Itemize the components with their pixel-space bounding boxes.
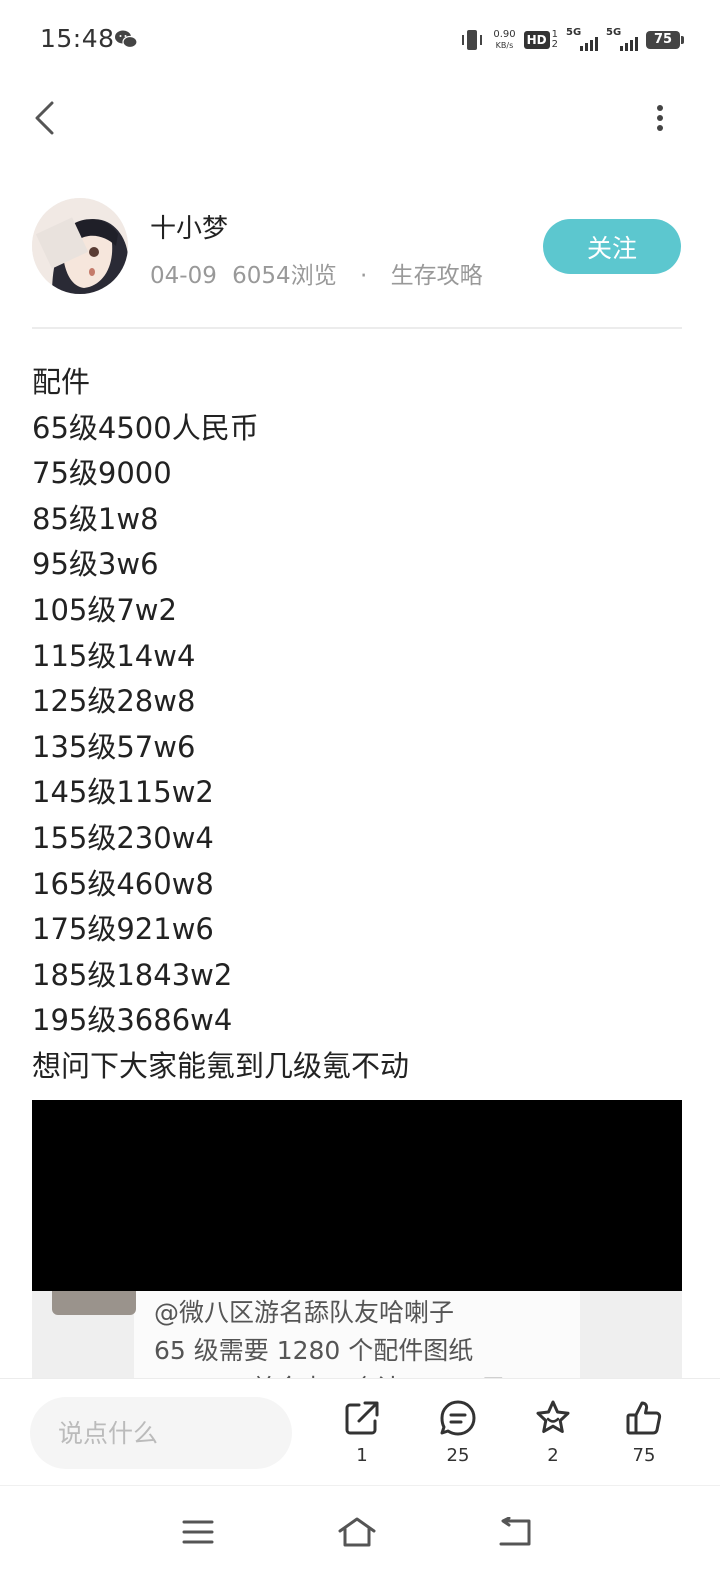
post-text-line: 135级57w6 — [32, 729, 196, 764]
hd-badge: HD — [523, 31, 550, 49]
meta-separator: · — [360, 263, 368, 289]
return-icon — [499, 1517, 531, 1546]
vibrate-icon — [462, 30, 483, 50]
post-text-line: 想问下大家能氪到几级氪不动 — [32, 1048, 410, 1083]
status-indicators: 0.90 KB/s HD 1 2 5G 5G 75 — [459, 26, 684, 54]
network-speed-unit: KB/s — [495, 41, 514, 50]
post-text-line: 105级7w2 — [32, 592, 177, 627]
post-date: 04-09 — [150, 263, 217, 289]
menu-icon — [182, 1520, 214, 1544]
author-avatar[interactable] — [32, 198, 128, 294]
post-category[interactable]: 生存攻略 — [391, 263, 483, 289]
star-icon — [536, 1400, 570, 1433]
post-detail-page: 15:48 0.90 KB/s HD 1 2 5G 5G 75 十小梦 04-0… — [0, 0, 720, 1584]
hd-sub-bottom: 2 — [551, 39, 558, 50]
image-chat-avatar — [52, 1291, 136, 1315]
share-button[interactable]: 1 — [322, 1399, 402, 1466]
post-text-line: 155级230w4 — [32, 820, 214, 855]
signal-1-icon: 5G — [566, 27, 598, 53]
back-button[interactable] — [26, 96, 62, 140]
follow-button[interactable]: 关注 — [543, 219, 681, 274]
more-vertical-icon — [657, 105, 663, 131]
chevron-left-icon — [35, 101, 54, 135]
share-icon — [345, 1401, 379, 1435]
share-count: 1 — [356, 1445, 368, 1466]
post-body: 配件 65级4500人民币 75级9000 85级1w8 95级3w6 105级7w2 11… — [32, 360, 682, 1090]
author-name[interactable]: 十小梦 — [150, 208, 228, 245]
comment-button[interactable]: 25 — [418, 1399, 498, 1466]
post-text-line: 165级460w8 — [32, 866, 214, 901]
post-text-line: 195级3686w4 — [32, 1003, 233, 1038]
nav-back-button[interactable] — [485, 1508, 545, 1556]
header-divider — [32, 327, 682, 329]
avatar-image — [32, 198, 128, 294]
comment-input[interactable] — [30, 1397, 292, 1469]
like-button[interactable]: 75 — [604, 1399, 684, 1466]
post-text-line: 85级1w8 — [32, 501, 159, 536]
comment-icon — [440, 1400, 476, 1436]
post-text-line: 95级3w6 — [32, 547, 159, 582]
image-redacted-area — [32, 1100, 682, 1291]
system-nav-bar — [0, 1485, 720, 1584]
signal-2-label: 5G — [606, 27, 622, 38]
post-image[interactable]: @微八区游名舔队友哈喇子 65 级需要 1280 个配件图纸 (12800 兑金… — [32, 1100, 682, 1380]
post-text-line: 125级28w8 — [32, 684, 196, 719]
post-text-line: 185级1843w2 — [32, 957, 233, 992]
favorite-button[interactable]: 2 — [513, 1399, 593, 1466]
status-bar: 15:48 0.90 KB/s HD 1 2 5G 5G 75 — [0, 0, 720, 80]
like-count: 75 — [632, 1445, 656, 1466]
post-text-line: 115级14w4 — [32, 638, 196, 673]
post-text-line: 145级115w2 — [32, 775, 214, 810]
home-icon — [338, 1517, 376, 1547]
signal-1-label: 5G — [566, 27, 582, 38]
post-text-line: 175级921w6 — [32, 912, 214, 947]
thumb-up-icon — [626, 1401, 662, 1435]
hd-sub: 1 2 — [552, 30, 558, 50]
signal-2-icon: 5G — [606, 27, 638, 53]
post-meta: 04-09 6054浏览 · 生存攻略 — [150, 256, 483, 290]
image-text-line: 65 级需要 1280 个配件图纸 — [154, 1336, 474, 1365]
more-options-button[interactable] — [640, 98, 680, 138]
favorite-count: 2 — [547, 1445, 559, 1466]
nav-menu-button[interactable] — [168, 1508, 228, 1556]
post-text-line: 75级9000 — [32, 456, 172, 491]
post-heading-line: 配件 — [32, 365, 91, 399]
status-time: 15:48 — [40, 24, 115, 53]
network-speed: 0.90 KB/s — [493, 29, 515, 51]
bottom-action-bar: 1 25 2 75 — [0, 1378, 720, 1485]
wechat-icon — [115, 30, 138, 49]
nav-home-button[interactable] — [327, 1508, 387, 1556]
network-speed-value: 0.90 — [493, 29, 516, 40]
comment-count: 25 — [446, 1445, 470, 1466]
image-text-line: @微八区游名舔队友哈喇子 — [154, 1298, 455, 1327]
post-text-line: 65级4500人民币 — [32, 410, 259, 445]
post-views: 6054浏览 — [232, 263, 337, 289]
image-chat-screenshot: @微八区游名舔队友哈喇子 65 级需要 1280 个配件图纸 (12800 兑金… — [32, 1291, 682, 1380]
battery-icon: 75 — [646, 31, 684, 49]
